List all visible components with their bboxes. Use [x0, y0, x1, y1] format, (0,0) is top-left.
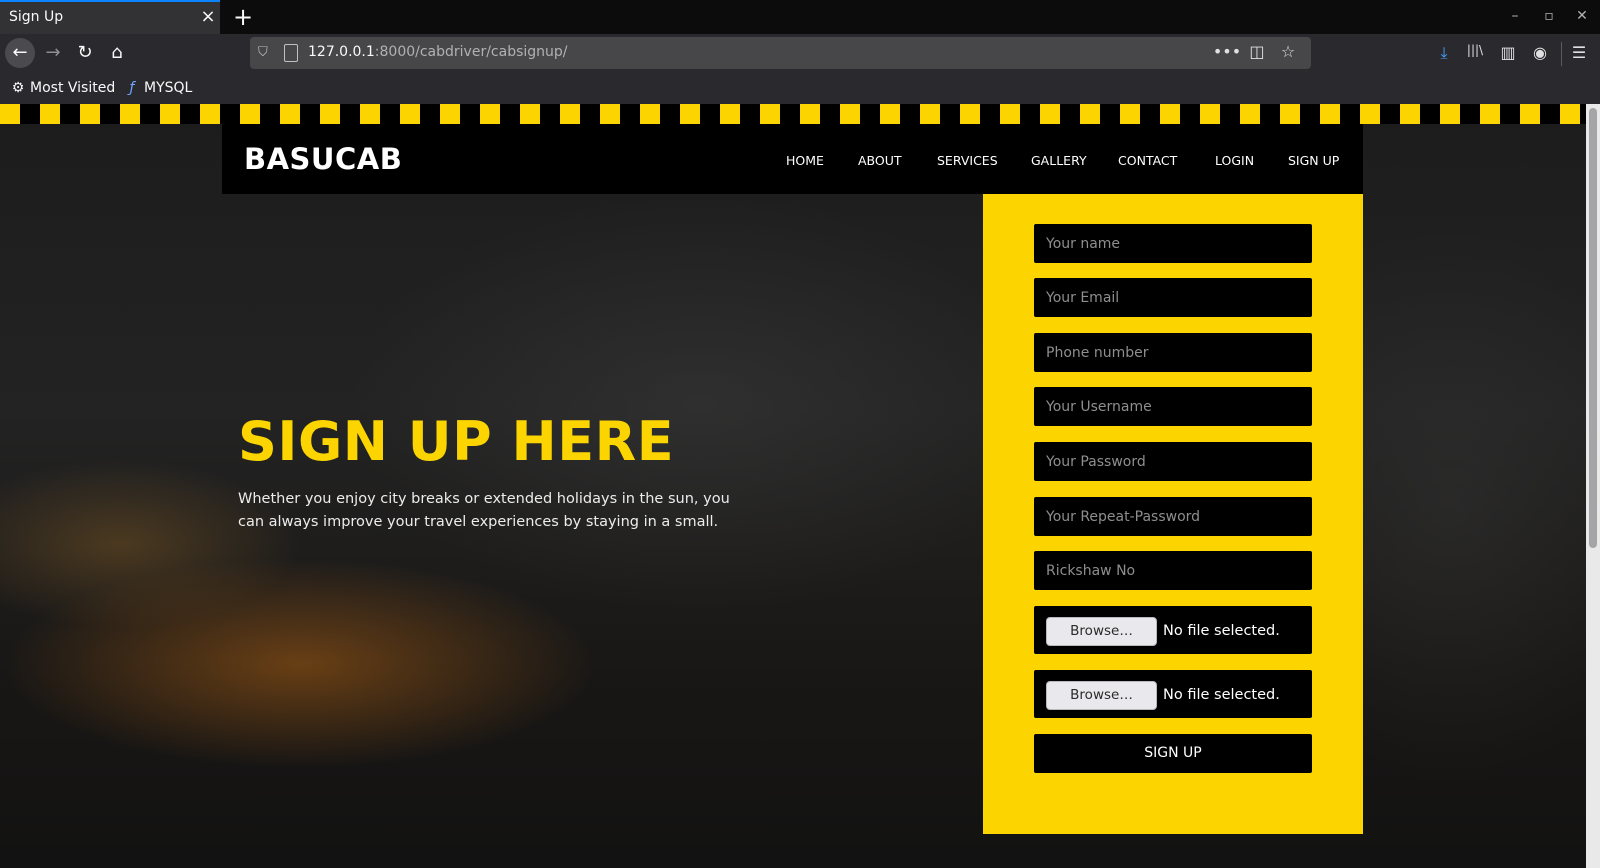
bookmark-star-icon[interactable]: ☆	[1275, 42, 1301, 61]
window-close-icon[interactable]: ✕	[1573, 8, 1591, 24]
bookmark-mysql[interactable]: ƒ MYSQL	[124, 80, 193, 96]
browse-button-1[interactable]: Browse…	[1046, 617, 1157, 646]
forward-arrow-icon[interactable]: →	[38, 38, 68, 68]
toolbar-divider	[1561, 42, 1562, 66]
bookmark-most-visited[interactable]: ⚙ Most Visited	[10, 80, 116, 96]
reload-icon[interactable]: ↻	[70, 38, 100, 68]
tab-title: Sign Up	[9, 9, 64, 25]
file-input-2: Browse… No file selected.	[1034, 670, 1312, 718]
password-field[interactable]	[1034, 442, 1312, 481]
nav-login[interactable]: LOGIN	[1215, 153, 1254, 168]
nav-contact[interactable]: CONTACT	[1118, 153, 1177, 168]
browse-button-2[interactable]: Browse…	[1046, 681, 1157, 710]
nav-home[interactable]: HOME	[786, 153, 824, 168]
bookmarks-toolbar: ⚙ Most Visited ƒ MYSQL	[0, 72, 1600, 104]
mysql-bookmark-icon: ƒ	[129, 80, 135, 96]
nav-services[interactable]: SERVICES	[937, 153, 998, 168]
file-status-1: No file selected.	[1163, 623, 1280, 639]
browser-tab[interactable]: Sign Up ×	[0, 0, 220, 34]
email-field[interactable]	[1034, 278, 1312, 317]
hero-title: SIGN UP HERE	[238, 410, 675, 473]
username-field[interactable]	[1034, 387, 1312, 426]
maximize-icon[interactable]: ▫	[1540, 8, 1558, 24]
downloads-icon[interactable]: ⤓	[1433, 43, 1455, 63]
address-bar[interactable]: ⛉ 127.0.0.1:8000/cabdriver/cabsignup/ ••…	[250, 37, 1311, 69]
nav-about[interactable]: ABOUT	[858, 153, 902, 168]
sidebar-icon[interactable]: ▥	[1497, 43, 1519, 62]
signup-form: Browse… No file selected. Browse… No fil…	[983, 194, 1363, 834]
signup-submit-button[interactable]: SIGN UP	[1034, 734, 1312, 773]
checkered-stripe	[0, 104, 1586, 124]
phone-field[interactable]	[1034, 333, 1312, 372]
new-tab-icon[interactable]: +	[232, 3, 254, 31]
file-status-2: No file selected.	[1163, 687, 1280, 703]
page-info-icon[interactable]	[284, 44, 298, 62]
repeat-password-field[interactable]	[1034, 497, 1312, 536]
tab-close-icon[interactable]: ×	[198, 7, 218, 27]
page-actions-icon[interactable]: •••	[1213, 42, 1241, 61]
browser-toolbar: ← → ↻ ⌂ ⛉ 127.0.0.1:8000/cabdriver/cabsi…	[0, 34, 1600, 72]
tracking-shield-icon[interactable]: ⛉	[258, 44, 274, 62]
pocket-icon[interactable]: ◫	[1244, 42, 1270, 61]
gear-icon: ⚙	[11, 80, 25, 96]
minimize-icon[interactable]: –	[1506, 8, 1524, 24]
hero-description: Whether you enjoy city breaks or extende…	[238, 491, 730, 530]
rickshaw-number-field[interactable]	[1034, 551, 1312, 590]
page-viewport: BASUCAB HOME ABOUT SERVICES GALLERY CONT…	[0, 104, 1586, 868]
home-icon[interactable]: ⌂	[102, 38, 132, 68]
account-icon[interactable]: ◉	[1529, 43, 1551, 62]
name-field[interactable]	[1034, 224, 1312, 263]
back-arrow-icon[interactable]: ←	[5, 38, 35, 68]
site-logo[interactable]: BASUCAB	[244, 142, 402, 176]
nav-signup[interactable]: SIGN UP	[1288, 153, 1339, 168]
page-scrollbar[interactable]	[1586, 104, 1600, 868]
url-text[interactable]: 127.0.0.1:8000/cabdriver/cabsignup/	[308, 44, 568, 60]
scrollbar-thumb[interactable]	[1589, 108, 1597, 548]
nav-gallery[interactable]: GALLERY	[1031, 153, 1087, 168]
site-header: BASUCAB HOME ABOUT SERVICES GALLERY CONT…	[222, 124, 1363, 194]
library-icon[interactable]: |||\	[1464, 43, 1486, 57]
browser-tab-strip: Sign Up × + – ▫ ✕	[0, 0, 1600, 34]
file-input-1: Browse… No file selected.	[1034, 606, 1312, 654]
menu-icon[interactable]: ☰	[1568, 43, 1590, 62]
